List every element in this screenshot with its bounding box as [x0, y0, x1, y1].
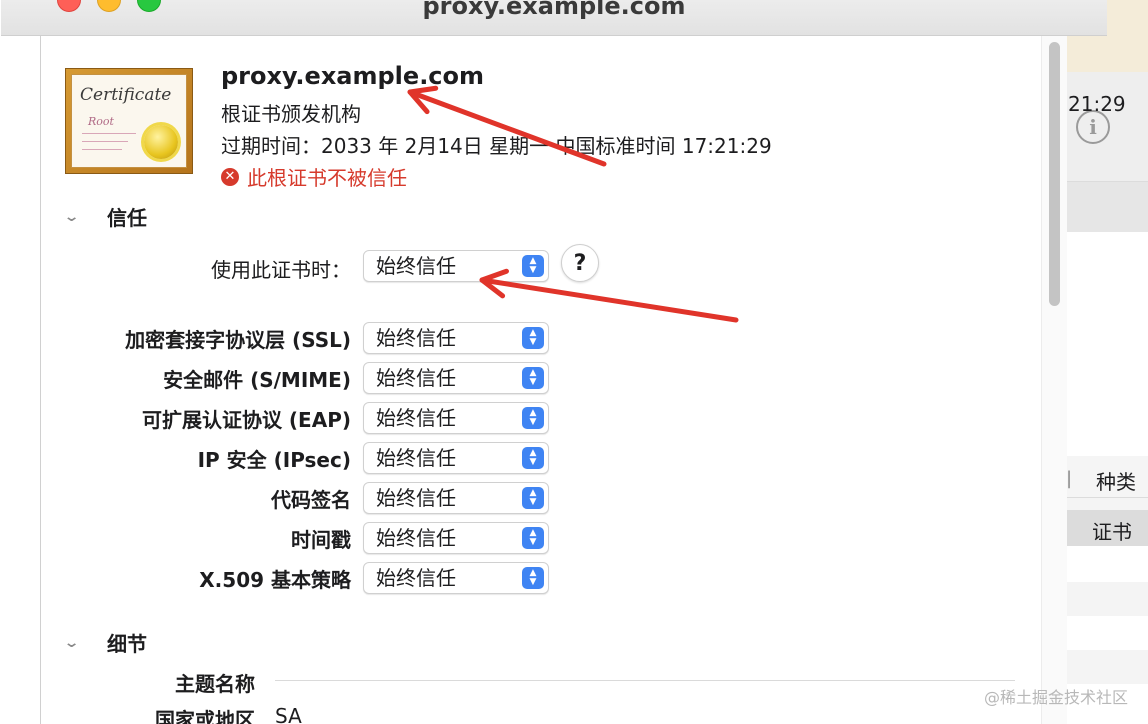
trust-warning: ✕ 此根证书不被信任 — [221, 162, 407, 191]
use-certificate-value: 始终信任 — [376, 254, 456, 278]
watermark: @稀土掘金技术社区 — [983, 688, 1128, 707]
trust-row-select[interactable]: 始终信任 ▲ ▼ — [363, 322, 549, 354]
certificate-window: proxy.example.com Certificate Root proxy… — [1, 0, 1107, 724]
certificate-icon-root: Root — [88, 115, 114, 128]
certificate-line — [82, 133, 136, 134]
use-certificate-label: 使用此证书时： — [211, 258, 351, 282]
trust-row-label: X.509 基本策略 — [199, 568, 351, 592]
certificate-icon-word: Certificate — [80, 85, 172, 105]
trust-row-select[interactable]: 始终信任 ▲ ▼ — [363, 402, 549, 434]
certificate-line — [82, 149, 122, 150]
certificate-line — [82, 141, 128, 142]
chevron-updown-icon: ▲ ▼ — [522, 527, 544, 549]
certificate-name: proxy.example.com — [221, 62, 485, 90]
use-certificate-select[interactable]: 始终信任 ▲ ▼ — [363, 250, 549, 282]
x-circle-icon: ✕ — [221, 167, 239, 186]
trust-row-select[interactable]: 始终信任 ▲ ▼ — [363, 442, 549, 474]
trust-row-value: 始终信任 — [376, 526, 456, 550]
trust-row-label: IP 安全 (IPsec) — [197, 448, 351, 472]
chevron-updown-icon: ▲ ▼ — [522, 567, 544, 589]
trust-row-value: 始终信任 — [376, 566, 456, 590]
trust-section-header[interactable]: ⌄ 信任 — [63, 202, 147, 231]
help-button[interactable]: ? — [561, 244, 599, 282]
titlebar[interactable]: proxy.example.com — [1, 0, 1107, 36]
subject-name-divider — [275, 680, 1015, 681]
trust-row-value: 始终信任 — [376, 486, 456, 510]
trust-row-value: 始终信任 — [376, 366, 456, 390]
column-header-kind[interactable]: 种类 — [1096, 466, 1136, 495]
country-label: 国家或地区 — [155, 708, 255, 724]
subject-name-label: 主题名称 — [175, 672, 255, 696]
window-title: proxy.example.com — [422, 0, 686, 20]
chevron-updown-icon: ▲ ▼ — [522, 407, 544, 429]
chevron-down-icon[interactable]: ⌄ — [63, 209, 88, 225]
trust-row-select[interactable]: 始终信任 ▲ ▼ — [363, 362, 549, 394]
scrollbar-thumb[interactable] — [1049, 42, 1060, 306]
chevron-updown-icon: ▲ ▼ — [522, 367, 544, 389]
trust-row-label: 可扩展认证协议 (EAP) — [141, 408, 351, 432]
chevron-down-icon[interactable]: ⌄ — [63, 635, 88, 651]
background-app-time: 21:29 — [1068, 92, 1126, 116]
list-row-kind: 证书 — [1092, 520, 1132, 544]
certificate-expiry: 过期时间：2033 年 2月14日 星期一 中国标准时间 17:21:29 — [221, 134, 772, 158]
chevron-updown-icon: ▲ ▼ — [522, 447, 544, 469]
trust-row-select[interactable]: 始终信任 ▲ ▼ — [363, 482, 549, 514]
vertical-scrollbar[interactable] — [1041, 36, 1067, 724]
trust-row-label: 安全邮件 (S/MIME) — [163, 368, 351, 392]
details-section-label: 细节 — [107, 632, 147, 656]
trust-row-label: 加密套接字协议层 (SSL) — [125, 328, 351, 352]
certificate-paper: Certificate Root — [71, 74, 187, 168]
details-section-header[interactable]: ⌄ 细节 — [63, 628, 147, 657]
chevron-updown-icon: ▲ ▼ — [522, 487, 544, 509]
certificate-icon: Certificate Root — [65, 68, 193, 174]
trust-row-value: 始终信任 — [376, 446, 456, 470]
trust-warning-text: 此根证书不被信任 — [247, 166, 407, 190]
trust-section-label: 信任 — [107, 206, 147, 230]
chevron-updown-icon: ▲ ▼ — [522, 327, 544, 349]
trust-row-select[interactable]: 始终信任 ▲ ▼ — [363, 522, 549, 554]
trust-row-label: 代码签名 — [271, 488, 351, 512]
trust-row-label: 时间戳 — [291, 528, 351, 552]
trust-row-value: 始终信任 — [376, 406, 456, 430]
chevron-updown-icon: ▲ ▼ — [522, 255, 544, 277]
trust-row-value: 始终信任 — [376, 326, 456, 350]
certificate-kind: 根证书颁发机构 — [221, 102, 361, 126]
country-value: SA — [275, 704, 302, 724]
certificate-seal-icon — [144, 125, 178, 159]
trust-row-select[interactable]: 始终信任 ▲ ▼ — [363, 562, 549, 594]
certificate-content: Certificate Root proxy.example.com 根证书颁发… — [41, 36, 1041, 724]
